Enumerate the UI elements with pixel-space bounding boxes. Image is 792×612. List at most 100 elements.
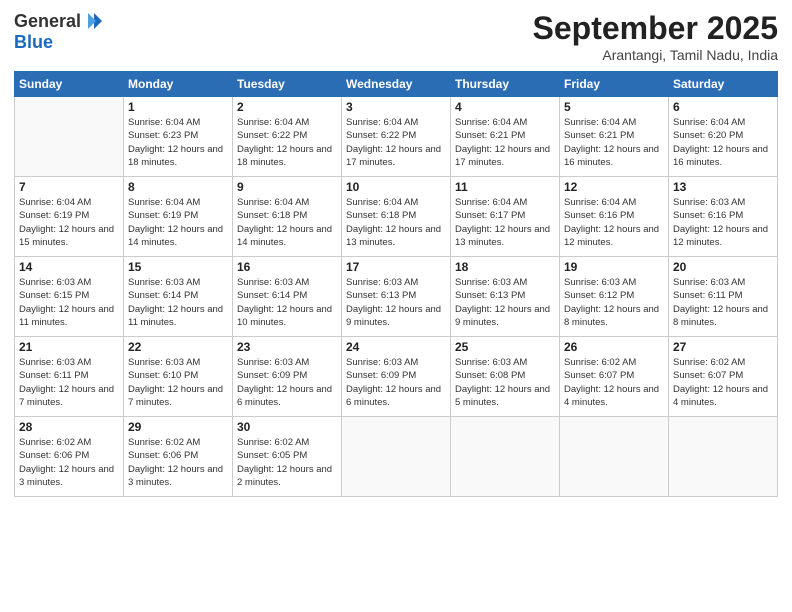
calendar-cell: 8 Sunrise: 6:04 AM Sunset: 6:19 PM Daylig… xyxy=(124,177,233,257)
day-number: 24 xyxy=(346,340,446,354)
calendar-cell: 19 Sunrise: 6:03 AM Sunset: 6:12 PM Dayli… xyxy=(560,257,669,337)
day-number: 4 xyxy=(455,100,555,114)
calendar-week-row: 28 Sunrise: 6:02 AM Sunset: 6:06 PM Dayli… xyxy=(15,417,778,497)
calendar-cell: 11Sunrise: 6:04 AM Sunset: 6:17 PM Dayli… xyxy=(451,177,560,257)
day-info: Sunrise: 6:03 AM Sunset: 6:11 PM Dayligh… xyxy=(19,356,119,409)
day-number: 14 xyxy=(19,260,119,274)
calendar-cell: 7 Sunrise: 6:04 AM Sunset: 6:19 PM Daylig… xyxy=(15,177,124,257)
day-info: Sunrise: 6:04 AM Sunset: 6:22 PM Dayligh… xyxy=(346,116,446,169)
day-number: 13 xyxy=(673,180,773,194)
header: General Blue September 2025 Arantangi, T… xyxy=(14,10,778,63)
day-info: Sunrise: 6:02 AM Sunset: 6:07 PM Dayligh… xyxy=(673,356,773,409)
weekday-header: Monday xyxy=(124,72,233,97)
calendar-cell xyxy=(560,417,669,497)
calendar-cell: 20Sunrise: 6:03 AM Sunset: 6:11 PM Dayli… xyxy=(669,257,778,337)
day-info: Sunrise: 6:04 AM Sunset: 6:23 PM Dayligh… xyxy=(128,116,228,169)
day-info: Sunrise: 6:03 AM Sunset: 6:14 PM Dayligh… xyxy=(128,276,228,329)
calendar-cell: 26 Sunrise: 6:02 AM Sunset: 6:07 PM Dayli… xyxy=(560,337,669,417)
calendar-header-row: SundayMondayTuesdayWednesdayThursdayFrid… xyxy=(15,72,778,97)
calendar-week-row: 21 Sunrise: 6:03 AM Sunset: 6:11 PM Dayli… xyxy=(15,337,778,417)
day-number: 18 xyxy=(455,260,555,274)
calendar-cell: 15 Sunrise: 6:03 AM Sunset: 6:14 PM Dayli… xyxy=(124,257,233,337)
day-number: 8 xyxy=(128,180,228,194)
day-number: 17 xyxy=(346,260,446,274)
calendar-week-row: 7 Sunrise: 6:04 AM Sunset: 6:19 PM Daylig… xyxy=(15,177,778,257)
calendar-cell: 25Sunrise: 6:03 AM Sunset: 6:08 PM Dayli… xyxy=(451,337,560,417)
calendar-cell: 24Sunrise: 6:03 AM Sunset: 6:09 PM Dayli… xyxy=(342,337,451,417)
day-info: Sunrise: 6:03 AM Sunset: 6:12 PM Dayligh… xyxy=(564,276,664,329)
calendar-cell: 2Sunrise: 6:04 AM Sunset: 6:22 PM Daylig… xyxy=(233,97,342,177)
calendar-cell: 17Sunrise: 6:03 AM Sunset: 6:13 PM Dayli… xyxy=(342,257,451,337)
day-number: 2 xyxy=(237,100,337,114)
day-info: Sunrise: 6:03 AM Sunset: 6:14 PM Dayligh… xyxy=(237,276,337,329)
day-info: Sunrise: 6:02 AM Sunset: 6:06 PM Dayligh… xyxy=(128,436,228,489)
logo-general-text: General xyxy=(14,11,81,32)
calendar-cell: 18 Sunrise: 6:03 AM Sunset: 6:13 PM Dayli… xyxy=(451,257,560,337)
calendar-cell: 23 Sunrise: 6:03 AM Sunset: 6:09 PM Dayli… xyxy=(233,337,342,417)
day-info: Sunrise: 6:02 AM Sunset: 6:05 PM Dayligh… xyxy=(237,436,337,489)
weekday-header: Wednesday xyxy=(342,72,451,97)
day-info: Sunrise: 6:04 AM Sunset: 6:20 PM Dayligh… xyxy=(673,116,773,169)
day-number: 3 xyxy=(346,100,446,114)
logo: General Blue xyxy=(14,10,105,53)
day-info: Sunrise: 6:03 AM Sunset: 6:10 PM Dayligh… xyxy=(128,356,228,409)
day-info: Sunrise: 6:02 AM Sunset: 6:07 PM Dayligh… xyxy=(564,356,664,409)
day-info: Sunrise: 6:03 AM Sunset: 6:15 PM Dayligh… xyxy=(19,276,119,329)
calendar-cell: 22 Sunrise: 6:03 AM Sunset: 6:10 PM Dayli… xyxy=(124,337,233,417)
day-number: 28 xyxy=(19,420,119,434)
calendar-cell xyxy=(15,97,124,177)
day-number: 27 xyxy=(673,340,773,354)
day-number: 29 xyxy=(128,420,228,434)
day-number: 10 xyxy=(346,180,446,194)
day-info: Sunrise: 6:03 AM Sunset: 6:09 PM Dayligh… xyxy=(237,356,337,409)
calendar-cell: 14 Sunrise: 6:03 AM Sunset: 6:15 PM Dayli… xyxy=(15,257,124,337)
calendar-cell: 9 Sunrise: 6:04 AM Sunset: 6:18 PM Daylig… xyxy=(233,177,342,257)
calendar-cell: 16 Sunrise: 6:03 AM Sunset: 6:14 PM Dayli… xyxy=(233,257,342,337)
logo-blue-text: Blue xyxy=(14,32,53,53)
calendar-cell: 5Sunrise: 6:04 AM Sunset: 6:21 PM Daylig… xyxy=(560,97,669,177)
day-info: Sunrise: 6:03 AM Sunset: 6:11 PM Dayligh… xyxy=(673,276,773,329)
weekday-header: Tuesday xyxy=(233,72,342,97)
day-number: 15 xyxy=(128,260,228,274)
calendar-table: SundayMondayTuesdayWednesdayThursdayFrid… xyxy=(14,71,778,497)
calendar-cell: 3 Sunrise: 6:04 AM Sunset: 6:22 PM Daylig… xyxy=(342,97,451,177)
day-number: 30 xyxy=(237,420,337,434)
day-number: 16 xyxy=(237,260,337,274)
calendar-cell: 1 Sunrise: 6:04 AM Sunset: 6:23 PM Daylig… xyxy=(124,97,233,177)
day-info: Sunrise: 6:04 AM Sunset: 6:19 PM Dayligh… xyxy=(19,196,119,249)
day-info: Sunrise: 6:03 AM Sunset: 6:08 PM Dayligh… xyxy=(455,356,555,409)
day-number: 7 xyxy=(19,180,119,194)
day-info: Sunrise: 6:02 AM Sunset: 6:06 PM Dayligh… xyxy=(19,436,119,489)
month-title: September 2025 xyxy=(533,10,778,47)
day-number: 9 xyxy=(237,180,337,194)
day-number: 22 xyxy=(128,340,228,354)
day-number: 26 xyxy=(564,340,664,354)
day-number: 23 xyxy=(237,340,337,354)
day-info: Sunrise: 6:04 AM Sunset: 6:17 PM Dayligh… xyxy=(455,196,555,249)
title-block: September 2025 Arantangi, Tamil Nadu, In… xyxy=(533,10,778,63)
day-info: Sunrise: 6:04 AM Sunset: 6:18 PM Dayligh… xyxy=(237,196,337,249)
day-number: 5 xyxy=(564,100,664,114)
calendar-cell: 6 Sunrise: 6:04 AM Sunset: 6:20 PM Daylig… xyxy=(669,97,778,177)
page-container: General Blue September 2025 Arantangi, T… xyxy=(0,0,792,612)
weekday-header: Sunday xyxy=(15,72,124,97)
calendar-week-row: 14 Sunrise: 6:03 AM Sunset: 6:15 PM Dayli… xyxy=(15,257,778,337)
calendar-cell: 10 Sunrise: 6:04 AM Sunset: 6:18 PM Dayli… xyxy=(342,177,451,257)
day-info: Sunrise: 6:04 AM Sunset: 6:18 PM Dayligh… xyxy=(346,196,446,249)
location: Arantangi, Tamil Nadu, India xyxy=(533,47,778,63)
calendar-week-row: 1 Sunrise: 6:04 AM Sunset: 6:23 PM Daylig… xyxy=(15,97,778,177)
day-number: 19 xyxy=(564,260,664,274)
calendar-cell xyxy=(451,417,560,497)
logo-icon xyxy=(83,10,105,32)
day-info: Sunrise: 6:03 AM Sunset: 6:16 PM Dayligh… xyxy=(673,196,773,249)
day-number: 1 xyxy=(128,100,228,114)
calendar-cell: 21 Sunrise: 6:03 AM Sunset: 6:11 PM Dayli… xyxy=(15,337,124,417)
day-number: 21 xyxy=(19,340,119,354)
day-number: 6 xyxy=(673,100,773,114)
day-info: Sunrise: 6:04 AM Sunset: 6:19 PM Dayligh… xyxy=(128,196,228,249)
calendar-cell: 27 Sunrise: 6:02 AM Sunset: 6:07 PM Dayli… xyxy=(669,337,778,417)
day-info: Sunrise: 6:04 AM Sunset: 6:16 PM Dayligh… xyxy=(564,196,664,249)
day-number: 12 xyxy=(564,180,664,194)
day-info: Sunrise: 6:03 AM Sunset: 6:13 PM Dayligh… xyxy=(455,276,555,329)
calendar-cell: 30 Sunrise: 6:02 AM Sunset: 6:05 PM Dayli… xyxy=(233,417,342,497)
